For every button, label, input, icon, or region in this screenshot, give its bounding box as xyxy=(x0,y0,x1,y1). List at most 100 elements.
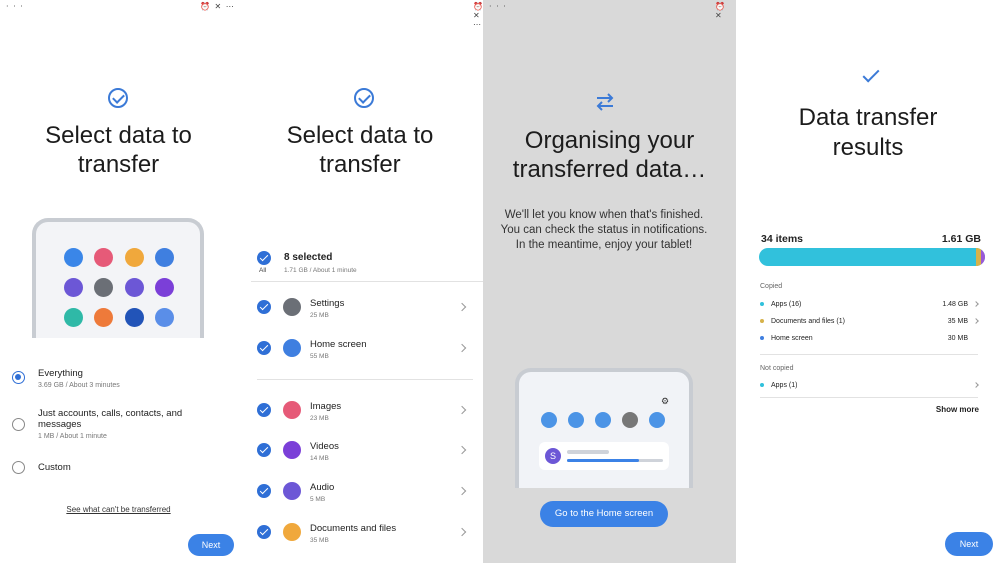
home-screen-checkbox[interactable] xyxy=(257,341,271,355)
item-label: Audio xyxy=(310,482,335,493)
divider xyxy=(760,354,978,355)
selected-count: 8 selected xyxy=(284,252,333,263)
gear-icon: ⚙ xyxy=(661,396,670,406)
settings-checkbox[interactable] xyxy=(257,300,271,314)
chevron-right-icon xyxy=(457,527,467,537)
divider xyxy=(760,397,978,398)
info-message: We'll let you know when that's finished.… xyxy=(500,209,708,251)
bar-segment-other xyxy=(981,248,985,266)
radio-just-accounts[interactable] xyxy=(12,418,25,431)
list-item-home-screen[interactable]: Home screen 55 MB xyxy=(310,339,367,362)
apps-app-icon xyxy=(64,308,83,327)
music-note-icon xyxy=(283,482,301,500)
selected-size: 1.71 GB / About 1 minute xyxy=(284,267,357,274)
smart-switch-icon: S xyxy=(545,448,561,464)
key-app-icon xyxy=(64,278,83,297)
chevron-right-icon xyxy=(457,486,467,496)
list-item-audio[interactable]: Audio 5 MB xyxy=(310,482,334,505)
page-title-line2: transfer xyxy=(77,151,160,178)
chevron-right-icon xyxy=(973,318,979,324)
check-circle-icon xyxy=(108,88,128,108)
copied-section-label: Copied xyxy=(760,283,783,290)
status-bar-left: · · · xyxy=(489,2,507,11)
see-what-cant-be-transferred-link[interactable]: See what can't be transferred xyxy=(0,505,237,514)
chevron-right-icon xyxy=(457,405,467,415)
screenshot-collage: · · · ⏰ ✕ ⋯ Select data to transfer Ever… xyxy=(0,0,1000,563)
contacts-app-icon xyxy=(94,308,113,327)
items-count: 34 items xyxy=(761,233,804,245)
documents-checkbox[interactable] xyxy=(257,525,271,539)
row-label: Apps (1) xyxy=(771,382,798,389)
result-row-apps[interactable]: Apps (16) 1.48 GB xyxy=(760,301,979,308)
status-bar-icons: ⏰ ✕ xyxy=(715,2,726,20)
option-sub: 3.69 GB / About 3 minutes xyxy=(38,382,120,389)
list-item-documents[interactable]: Documents and files 35 MB xyxy=(310,523,396,546)
row-size: 1.48 GB xyxy=(942,301,968,308)
list-item-images[interactable]: Images 23 MB xyxy=(310,401,341,424)
home-app-icon xyxy=(155,248,174,267)
chevron-right-icon xyxy=(457,445,467,455)
app-dot xyxy=(568,412,584,428)
page-title: Organising your transferred data… xyxy=(483,126,736,184)
option-everything[interactable]: Everything 3.69 GB / About 3 minutes xyxy=(38,368,120,391)
item-label: Home screen xyxy=(310,339,367,350)
go-to-home-screen-button[interactable]: Go to the Home screen xyxy=(540,501,668,527)
option-sub: 1 MB / About 1 minute xyxy=(38,433,107,440)
bullet xyxy=(760,302,764,307)
item-size: 23 MB xyxy=(310,415,329,422)
result-row-not-copied-apps[interactable]: Apps (1) xyxy=(760,382,979,389)
page-title-line2: transferred data… xyxy=(512,156,707,183)
option-custom[interactable]: Custom xyxy=(38,462,71,473)
select-all-checkbox[interactable] xyxy=(257,251,271,265)
item-size: 35 MB xyxy=(310,537,329,544)
item-label: Settings xyxy=(310,298,345,309)
row-size: 35 MB xyxy=(947,318,968,325)
option-just-accounts[interactable]: Just accounts, calls, contacts, and mess… xyxy=(38,408,213,442)
size-breakdown-bar xyxy=(759,248,985,266)
item-label: Documents and files xyxy=(310,523,397,534)
play-icon xyxy=(283,441,301,459)
row-label: Apps (16) xyxy=(771,301,802,308)
chevron-right-icon xyxy=(457,343,467,353)
result-row-documents[interactable]: Documents and files (1) 35 MB xyxy=(760,318,979,325)
divider xyxy=(257,379,473,380)
next-button[interactable]: Next xyxy=(188,534,234,556)
messages-app-icon xyxy=(64,248,83,267)
videos-checkbox[interactable] xyxy=(257,443,271,457)
notification-card: S xyxy=(539,442,669,470)
option-label: Just accounts, calls, contacts, and mess… xyxy=(38,408,183,430)
next-button[interactable]: Next xyxy=(945,532,993,556)
calendar-app-icon xyxy=(125,308,144,327)
video-app-icon xyxy=(155,278,174,297)
page-title-line2: results xyxy=(832,134,904,161)
notification-progress-fill xyxy=(567,459,639,462)
images-checkbox[interactable] xyxy=(257,403,271,417)
item-size: 55 MB xyxy=(310,353,329,360)
page-title-line2: transfer xyxy=(319,151,401,178)
not-copied-section-label: Not copied xyxy=(760,365,794,372)
item-size: 14 MB xyxy=(310,455,329,462)
total-size: 1.61 GB xyxy=(941,233,981,245)
option-label: Everything xyxy=(38,368,83,379)
item-size: 5 MB xyxy=(310,496,326,503)
page-title: Select data to transfer xyxy=(0,121,237,179)
item-label: Images xyxy=(310,401,342,412)
checkmark-icon xyxy=(861,65,883,84)
app-dot xyxy=(622,412,638,428)
chevron-right-icon xyxy=(457,302,467,312)
row-size: 30 MB xyxy=(947,335,968,342)
divider xyxy=(251,281,483,282)
audio-checkbox[interactable] xyxy=(257,484,271,498)
list-item-videos[interactable]: Videos 14 MB xyxy=(310,441,339,464)
status-bar-left: · · · xyxy=(6,2,24,11)
panel-transfer-results: Data transfer results 34 items 1.61 GB C… xyxy=(736,0,1000,563)
app-dot xyxy=(541,412,557,428)
bullet xyxy=(760,336,764,341)
home-icon xyxy=(283,339,301,357)
radio-custom[interactable] xyxy=(12,461,25,474)
radio-everything[interactable] xyxy=(12,371,25,384)
page-title-line1: Organising your xyxy=(524,127,695,154)
show-more-link[interactable]: Show more xyxy=(936,405,979,414)
list-item-settings[interactable]: Settings 25 MB xyxy=(310,298,344,321)
panel-organising: · · · ⏰ ✕ Organising your transferred da… xyxy=(483,0,736,563)
